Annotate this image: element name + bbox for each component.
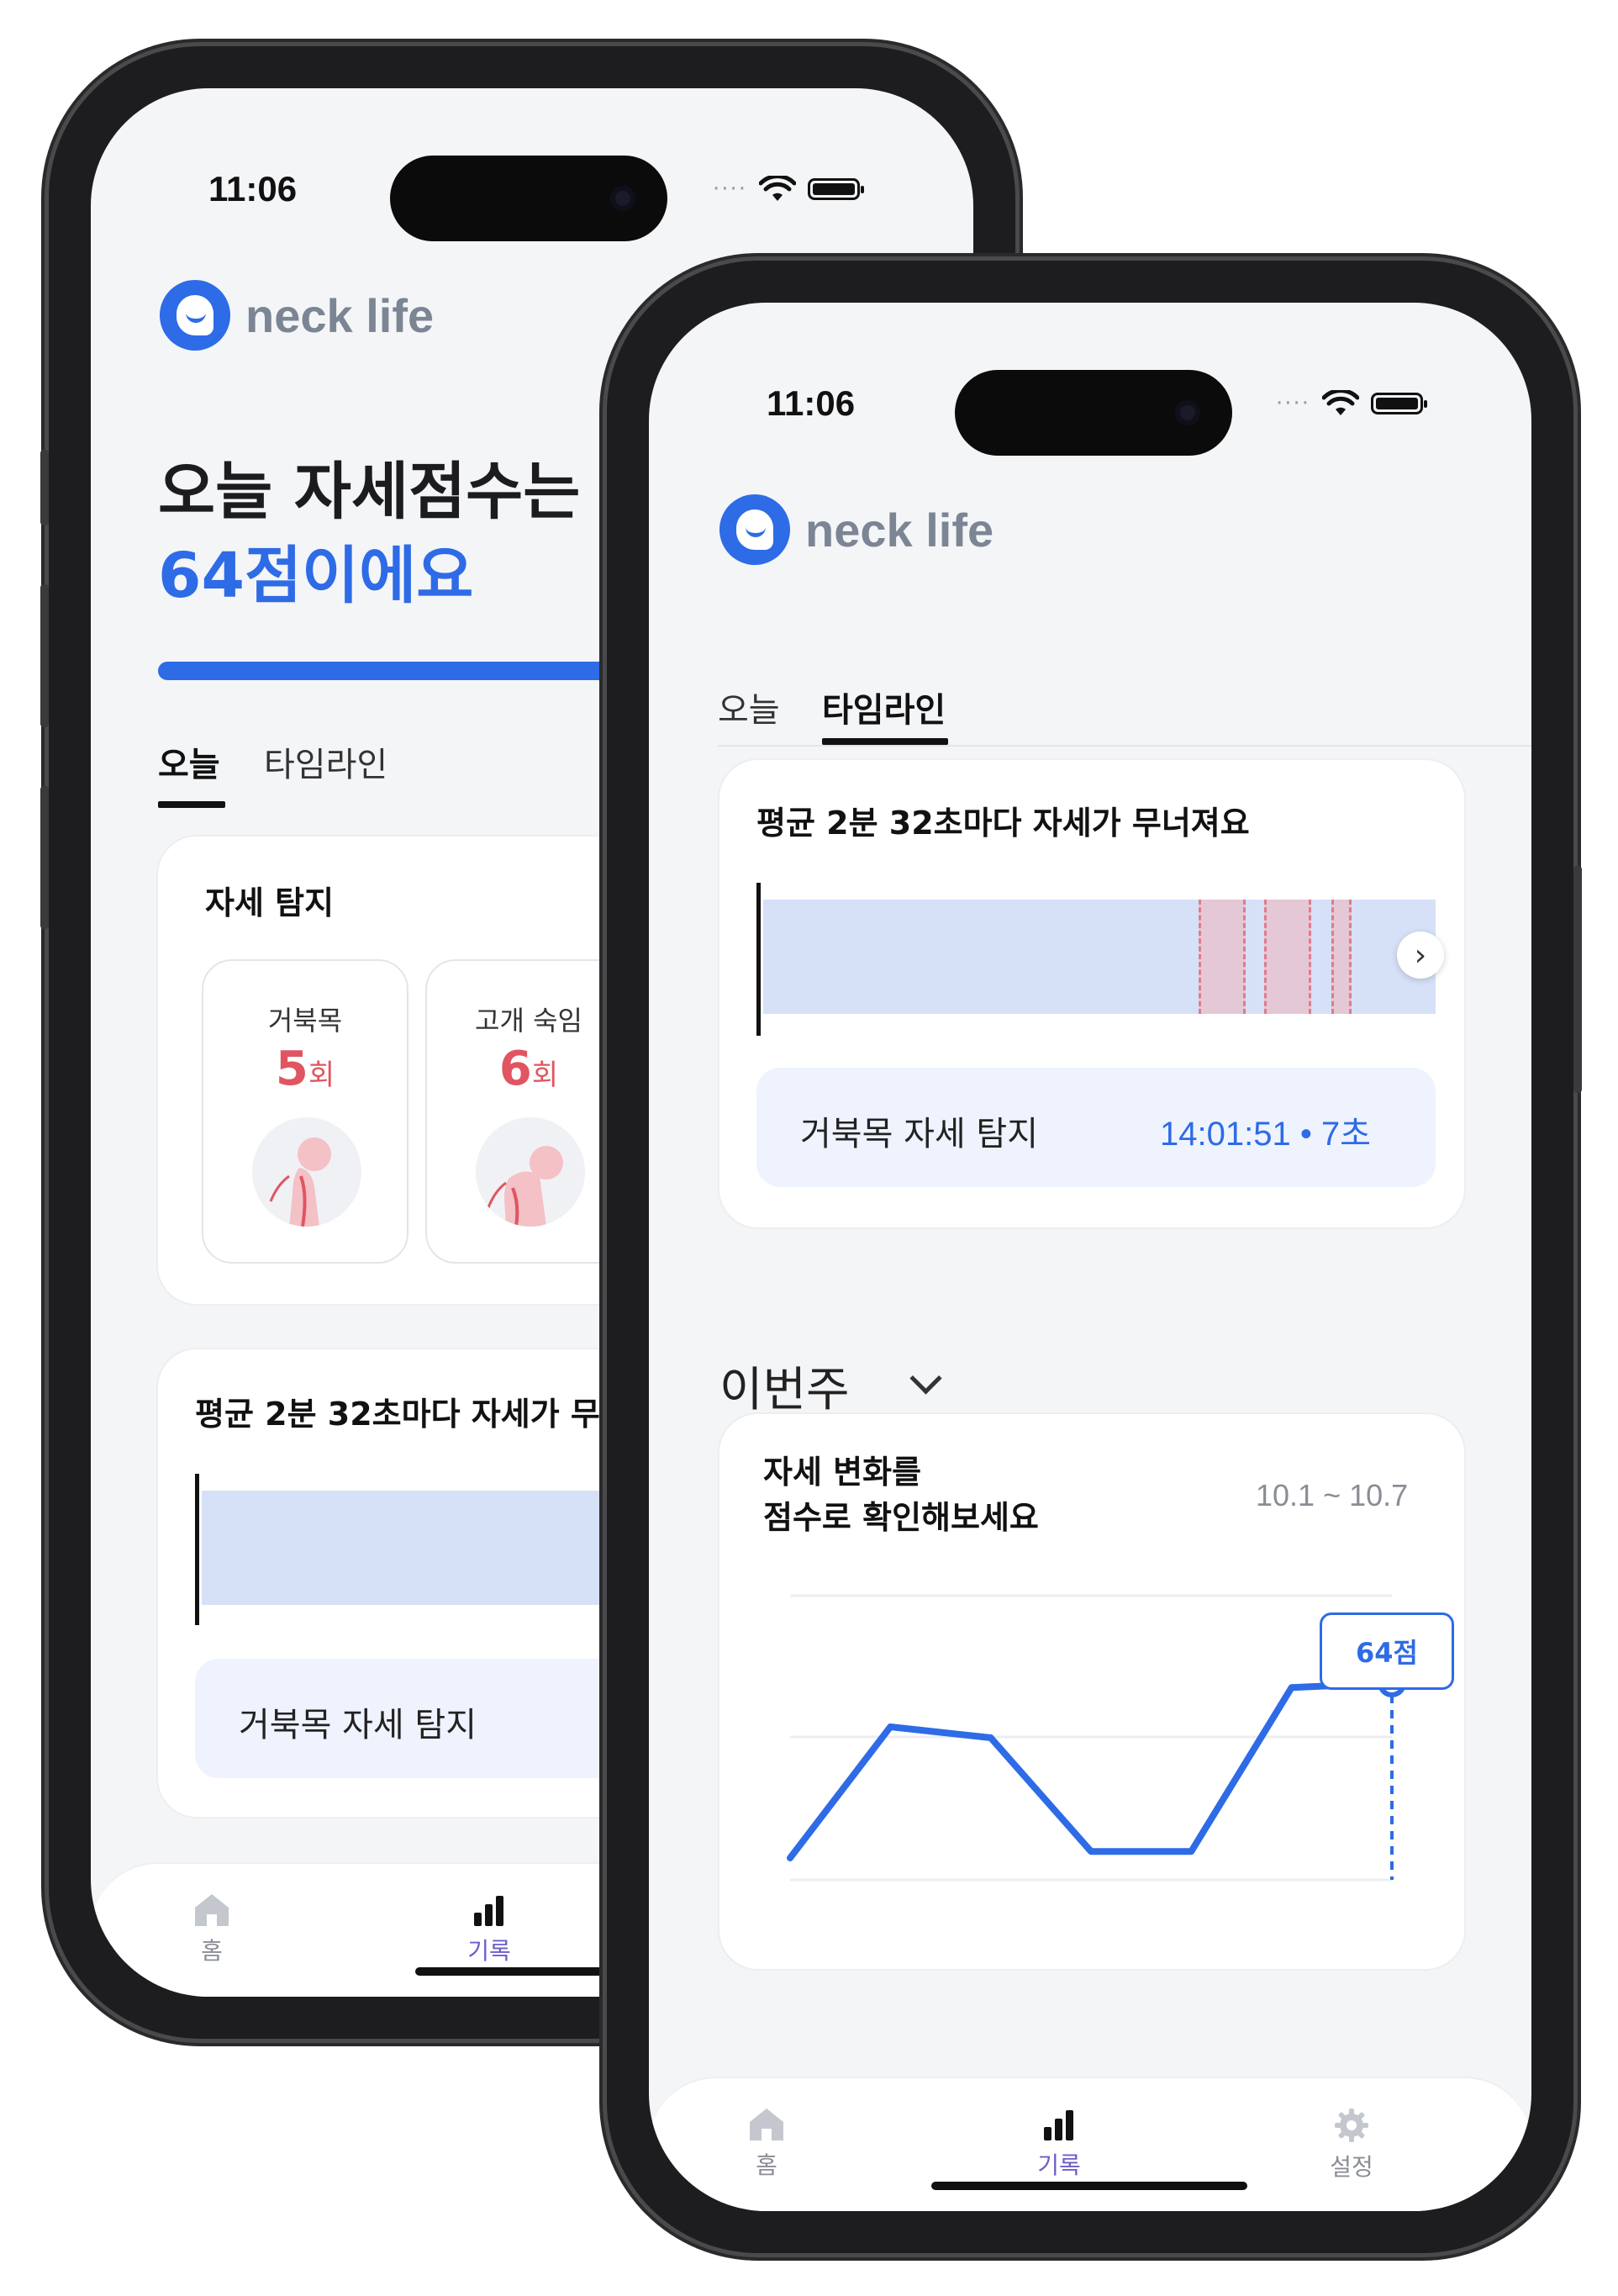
status-icons: ···· <box>1276 390 1428 417</box>
score-series-line <box>787 1680 1395 1861</box>
tab-records-label: 기록 <box>1037 2151 1081 2179</box>
dynamic-island <box>390 156 667 241</box>
status-time: 11:06 <box>208 169 298 208</box>
screen: 11:06 ···· neck life 오늘 타임라인 평균 2분 32초마다… <box>649 303 1531 2211</box>
side-button <box>40 584 49 727</box>
status-time: 11:06 <box>767 383 856 423</box>
event-label: 거북목 자세 탐지 <box>800 1115 1039 1153</box>
chevron-right-icon[interactable]: › <box>1397 932 1444 979</box>
bad-posture-segment <box>1264 900 1311 1014</box>
signal-icon: ···· <box>1276 391 1311 416</box>
turtle-neck-posture-icon <box>252 1117 361 1227</box>
gear-icon <box>1335 2109 1368 2142</box>
tab-records[interactable]: 기록 <box>992 2107 1126 2181</box>
side-button <box>1573 866 1582 1093</box>
app-logo: neck life <box>719 494 993 565</box>
timeline-axis <box>195 1474 199 1625</box>
wifi-icon <box>1322 390 1360 415</box>
home-icon <box>195 1894 229 1926</box>
score-trend-line2: 점수로 확인해보세요 <box>763 1499 1039 1536</box>
bad-posture-segment <box>1331 900 1352 1014</box>
tab-home-label: 홈 <box>201 1937 223 1965</box>
logo-mark-icon <box>719 494 790 565</box>
score-progress-fill <box>158 662 675 680</box>
week-selector-title[interactable]: 이번주 <box>719 1352 850 1420</box>
tab-home-label: 홈 <box>756 2151 777 2179</box>
turtle-neck-label: 거북목 <box>267 1005 343 1037</box>
dynamic-island <box>955 370 1232 456</box>
event-row[interactable]: 거북목 자세 탐지 14:01:51 • 7초 <box>756 1068 1436 1187</box>
tab-records[interactable]: 기록 <box>422 1892 556 1966</box>
tab-underline <box>158 801 225 808</box>
signal-icon: ···· <box>713 177 748 202</box>
tab-home[interactable]: 홈 <box>699 2107 834 2181</box>
timeline-axis <box>756 883 761 1036</box>
head-down-count: 6회 <box>498 1042 559 1096</box>
home-icon <box>750 2109 783 2140</box>
head-down-label: 고개 숙임 <box>475 1005 582 1037</box>
bar-chart-icon <box>1044 2110 1073 2140</box>
app-logo: neck life <box>160 280 434 351</box>
camera-icon <box>1175 400 1200 425</box>
side-button <box>40 450 49 525</box>
event-time: 14:01:51 • 7초 <box>1160 1116 1371 1153</box>
turtle-neck-card[interactable]: 거북목 5회 <box>202 959 408 1264</box>
date-range: 10.1 ~ 10.7 <box>1256 1478 1409 1512</box>
event-label: 거북목 자세 탐지 <box>239 1706 477 1744</box>
side-button <box>40 786 49 929</box>
tab-today[interactable]: 오늘 <box>158 737 220 786</box>
tab-divider <box>718 745 1531 747</box>
bad-posture-segment <box>1199 900 1246 1014</box>
phone-timeline: 11:06 ···· neck life 오늘 타임라인 평균 2분 32초마다… <box>607 261 1582 2253</box>
wifi-icon <box>759 176 797 201</box>
timeline-title-partial: 평균 2분 32초마다 자세가 무 <box>195 1396 600 1433</box>
score-trend-line1: 자세 변화를 <box>763 1454 922 1491</box>
bar-chart-icon <box>474 1896 503 1926</box>
head-down-posture-icon <box>476 1117 585 1227</box>
battery-icon <box>1371 393 1428 414</box>
tab-settings-label: 설정 <box>1330 2153 1373 2181</box>
status-icons: ···· <box>713 176 865 203</box>
head-down-card[interactable]: 고개 숙임 6회 <box>425 959 632 1264</box>
home-indicator <box>931 2182 1247 2190</box>
logo-text: neck life <box>805 503 994 557</box>
tab-today[interactable]: 오늘 <box>718 683 780 731</box>
tab-settings[interactable]: 설정 <box>1284 2107 1419 2183</box>
tab-home[interactable]: 홈 <box>145 1892 279 1966</box>
score-trend-title: 자세 변화를 점수로 확인해보세요 <box>763 1449 1039 1540</box>
turtle-neck-count: 5회 <box>275 1042 335 1096</box>
headline-line1: 오늘 자세점수는 <box>158 456 581 528</box>
timeline-card: 평균 2분 32초마다 자세가 무너져요 › 거북목 자세 탐지 14:01:5… <box>718 758 1466 1229</box>
tab-timeline[interactable]: 타임라인 <box>822 683 946 731</box>
chevron-down-icon[interactable] <box>909 1362 942 1395</box>
logo-text: neck life <box>245 288 435 342</box>
camera-icon <box>610 186 635 211</box>
score-headline: 오늘 자세점수는 64점이에요 <box>158 450 580 618</box>
score-badge: 64점 <box>1320 1612 1454 1690</box>
score-trend-card: 자세 변화를 점수로 확인해보세요 10.1 ~ 10.7 64점 <box>718 1412 1466 1971</box>
tab-underline <box>822 738 948 745</box>
tab-bar: 홈 기록 설정 <box>649 2077 1531 2211</box>
tab-records-label: 기록 <box>467 1937 511 1965</box>
timeline-title: 평균 2분 32초마다 자세가 무너져요 <box>756 805 1250 842</box>
tab-timeline[interactable]: 타임라인 <box>264 737 387 786</box>
headline-score: 64점이에요 <box>158 540 474 612</box>
battery-icon <box>808 178 865 200</box>
logo-mark-icon <box>160 280 230 351</box>
detection-title: 자세 탐지 <box>205 884 335 921</box>
